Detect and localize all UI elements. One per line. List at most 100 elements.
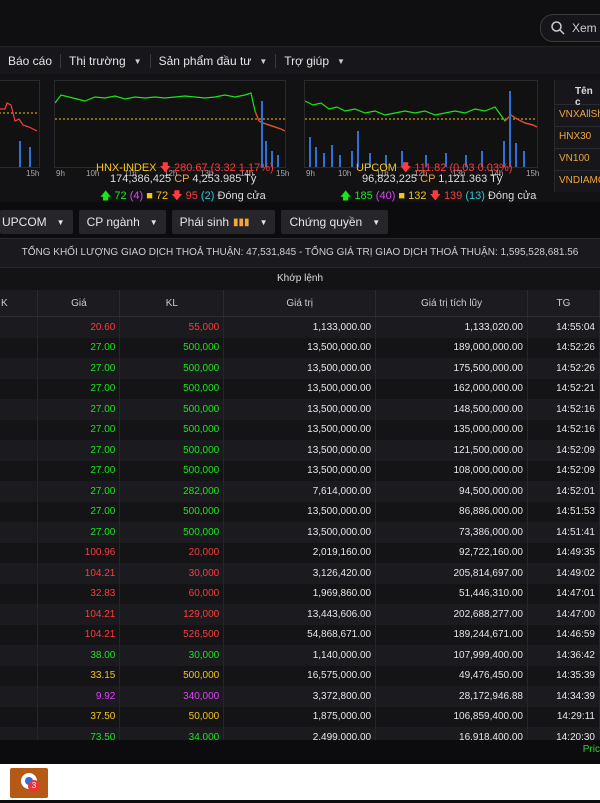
table-row[interactable]: 27.00 500,000 13,500,000.00 73,386,000.00 14…: [0, 522, 600, 543]
cell-quantity: 500,000: [119, 501, 225, 522]
cell-cumulative-value: 1,133,020.00: [375, 316, 528, 338]
filter-upcom-button[interactable]: UPCOM ▼: [0, 210, 73, 234]
search-box[interactable]: Xem ch: [540, 14, 600, 42]
cell-cumulative-value: 108,000,000.00: [375, 460, 528, 481]
index-value-traded: 1,121.363 Tỷ: [438, 173, 503, 185]
tick-label: 15h: [26, 169, 40, 178]
table-row[interactable]: 27.00 500,000 13,500,000.00 86,886,000.00 14…: [0, 501, 600, 522]
table-row[interactable]: 32.83 60,000 1,969,860.00 51,446,310.00 14:4…: [0, 583, 600, 604]
cell-symbol: [0, 542, 39, 563]
cp-label: CP: [420, 173, 436, 185]
table-row[interactable]: 27.00 500,000 13,500,000.00 135,000,000.00 1…: [0, 419, 600, 440]
table-row[interactable]: 104.21 30,000 3,126,420.00 205,814,697.00 14…: [0, 563, 600, 584]
menu-bao-cao[interactable]: Báo cáo: [0, 54, 62, 68]
table-row[interactable]: 38.00 30,000 1,140,000.00 107,999,400.00 14:…: [0, 645, 600, 666]
cell-symbol: [0, 337, 39, 358]
column-header[interactable]: TG: [527, 290, 600, 317]
bottom-bar: Pric: [0, 740, 600, 764]
upcom-volume-line: 96,823,225 CP 1,121.363 Tỷ: [362, 173, 502, 185]
table-row[interactable]: 100.96 20,000 2,019,160.00 92,722,160.00 14:…: [0, 542, 600, 563]
cell-value: 13,500,000.00: [223, 501, 377, 522]
cell-quantity: 60,000: [119, 583, 225, 604]
mini-chart-hnx[interactable]: [54, 80, 286, 168]
cell-symbol: [0, 440, 39, 461]
menu-tro-giup[interactable]: Trợ giúp ▼: [276, 54, 353, 68]
table-row[interactable]: 27.00 500,000 13,500,000.00 162,000,000.00 1…: [0, 378, 600, 399]
index-list-item[interactable]: VN100: [555, 148, 600, 170]
notification-badge: 3: [28, 780, 40, 792]
search-icon: [551, 21, 565, 35]
table-row[interactable]: 27.00 500,000 13,500,000.00 175,500,000.00 1…: [0, 358, 600, 379]
cell-cumulative-value: 94,500,000.00: [375, 481, 528, 502]
table-row[interactable]: 9.92 340,000 3,372,800.00 28,172,946.88 14:3…: [0, 686, 600, 707]
index-charts-row: 15h 9h 10h 11h 12h 13h 14h 15h 9h 10h 11…: [0, 74, 600, 202]
cell-quantity: 526,500: [119, 624, 225, 645]
up-count: 185: [354, 190, 373, 202]
filter-phai-sinh-button[interactable]: Phái sinh ▮▮▮ ▼: [171, 210, 276, 234]
cell-value: 13,500,000.00: [223, 358, 377, 379]
cell-price: 27.00: [37, 399, 121, 420]
menu-san-pham-dau-tu[interactable]: Sản phẩm đầu tư ▼: [151, 54, 277, 68]
floor-count: (2): [200, 190, 215, 202]
table-body: 20.60 55,000 1,133,000.00 1,133,020.00 14:55…: [0, 316, 600, 748]
index-volume: 174,386,425: [110, 173, 172, 185]
cell-time: 14:52:21: [527, 378, 600, 399]
mini-chart-vnindex[interactable]: [0, 80, 40, 168]
caret-down-icon: ▼: [259, 56, 268, 66]
menu-thi-truong[interactable]: Thị trường ▼: [61, 54, 151, 68]
table-row[interactable]: 20.60 55,000 1,133,000.00 1,133,020.00 14:55…: [0, 316, 600, 338]
cell-quantity: 50,000: [119, 706, 225, 727]
table-row[interactable]: 104.21 129,000 13,443,606.00 202,688,277.00…: [0, 604, 600, 625]
cell-time: 14:34:39: [527, 686, 600, 707]
table-row[interactable]: 33.15 500,000 16,575,000.00 49,476,450.00 14…: [0, 665, 600, 686]
floor-count: (13): [465, 190, 485, 202]
filter-chung-quyen-button[interactable]: Chứng quyền ▼: [281, 210, 389, 234]
cell-time: 14:49:02: [527, 563, 600, 584]
matched-orders-table: K Giá KL Giá trị Giá trị tích lũy TG 20.…: [0, 290, 600, 748]
column-header[interactable]: KL: [119, 290, 225, 317]
filter-cp-nganh-button[interactable]: CP ngành ▼: [78, 210, 166, 234]
chart-canvas: [54, 92, 286, 167]
cell-cumulative-value: 49,476,450.00: [375, 665, 528, 686]
cell-cumulative-value: 73,386,000.00: [375, 522, 528, 543]
column-header[interactable]: Giá trị: [223, 290, 377, 317]
column-header[interactable]: K: [0, 290, 39, 317]
caret-down-icon: ▼: [56, 217, 65, 227]
cell-cumulative-value: 148,500,000.00: [375, 399, 528, 420]
filter-label: UPCOM: [2, 215, 47, 229]
table-row[interactable]: 104.21 526,500 54,868,671.00 189,244,671.00…: [0, 624, 600, 645]
column-header[interactable]: Giá trị tích lũy: [375, 290, 528, 317]
cell-value: 54,868,671.00: [223, 624, 377, 645]
column-header[interactable]: Giá: [37, 290, 121, 317]
table-row[interactable]: 27.00 500,000 13,500,000.00 189,000,000.00 1…: [0, 337, 600, 358]
bar-chart-icon: ▮▮▮: [233, 216, 250, 228]
index-list-item[interactable]: VNDIAMO: [555, 170, 600, 192]
cell-time: 14:52:16: [527, 399, 600, 420]
menu-label: Sản phẩm đầu tư: [158, 54, 252, 68]
table-row[interactable]: 27.00 500,000 13,500,000.00 121,500,000.00 1…: [0, 440, 600, 461]
table-row[interactable]: 27.00 282,000 7,614,000.00 94,500,000.00 14:…: [0, 481, 600, 502]
table-row[interactable]: 37.50 50,000 1,875,000.00 106,859,400.00 14:…: [0, 706, 600, 727]
table-row[interactable]: 27.00 500,000 13,500,000.00 108,000,000.00 1…: [0, 460, 600, 481]
cell-quantity: 500,000: [119, 460, 225, 481]
cell-symbol: [0, 481, 39, 502]
filter-label: Chứng quyền: [289, 215, 363, 229]
matched-orders-title: Khớp lệnh: [0, 268, 600, 290]
cell-cumulative-value: 106,859,400.00: [375, 706, 528, 727]
up-count: 72: [114, 190, 127, 202]
market-status: Đóng cửa: [217, 190, 266, 202]
table-row[interactable]: 27.00 500,000 13,500,000.00 148,500,000.00 1…: [0, 399, 600, 420]
ref-square-icon: ■: [146, 190, 153, 202]
index-list-item[interactable]: HNX30: [555, 126, 600, 148]
cell-value: 13,500,000.00: [223, 378, 377, 399]
mini-chart-upcom[interactable]: [304, 80, 538, 168]
cell-value: 13,443,606.00: [223, 604, 377, 625]
cell-time: 14:35:39: [527, 665, 600, 686]
cell-quantity: 500,000: [119, 419, 225, 440]
cell-quantity: 129,000: [119, 604, 225, 625]
menu-bar: Báo cáo Thị trường ▼ Sản phẩm đầu tư ▼ Trợ…: [0, 46, 600, 76]
cell-time: 14:52:26: [527, 358, 600, 379]
filter-row: UPCOM ▼ CP ngành ▼ Phái sinh ▮▮▮ ▼ Chứng quy…: [0, 208, 600, 236]
cell-price: 104.21: [37, 624, 121, 645]
cell-cumulative-value: 28,172,946.88: [375, 686, 528, 707]
